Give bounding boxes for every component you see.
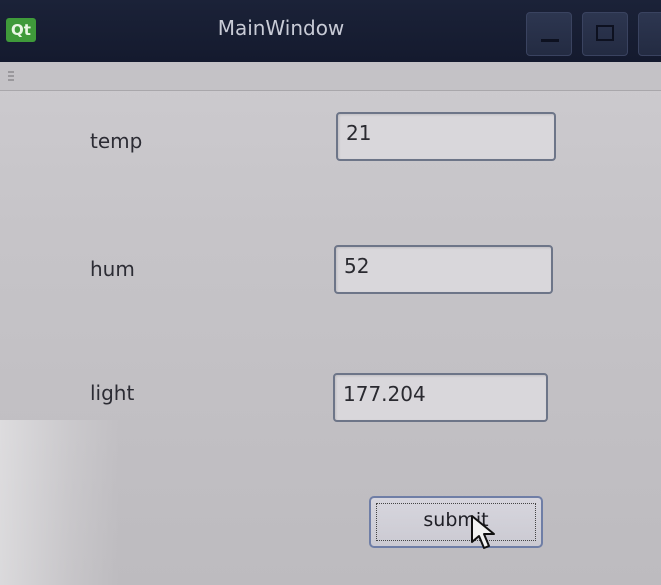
light-input[interactable]: 177.204: [333, 373, 548, 422]
minimize-button[interactable]: [526, 12, 572, 56]
toolbar-grip-icon[interactable]: [8, 71, 14, 81]
focus-ring: [376, 503, 536, 541]
maximize-icon: [596, 25, 614, 41]
title-bar[interactable]: Qt MainWindow: [0, 0, 661, 62]
hum-input[interactable]: 52: [334, 245, 553, 294]
screen-glare: [0, 420, 120, 585]
light-label: light: [90, 381, 135, 405]
hum-label: hum: [90, 257, 135, 281]
mouse-pointer-icon: [470, 514, 500, 556]
close-button[interactable]: [638, 12, 661, 56]
main-window: Qt MainWindow temp 21 hum 52 light 177.2…: [0, 0, 661, 585]
temp-label: temp: [90, 129, 143, 153]
submit-button[interactable]: submit: [369, 496, 543, 548]
temp-input[interactable]: 21: [336, 112, 556, 161]
toolbar: [0, 62, 661, 91]
maximize-button[interactable]: [582, 12, 628, 56]
minimize-icon: [541, 39, 559, 42]
window-title: MainWindow: [217, 16, 345, 40]
